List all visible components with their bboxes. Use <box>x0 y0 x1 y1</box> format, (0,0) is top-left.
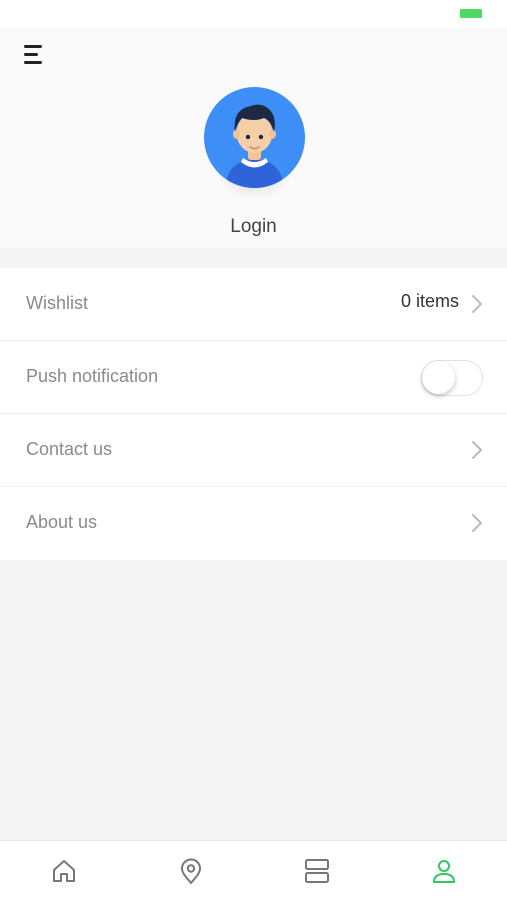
home-icon <box>53 860 75 882</box>
menu-list: Wishlist 0 items Push notification Conta… <box>0 268 507 560</box>
user-avatar-icon <box>204 87 305 188</box>
list-item-contact-us[interactable]: Contact us <box>0 414 507 487</box>
list-item-wishlist[interactable]: Wishlist 0 items <box>0 268 507 341</box>
status-bar <box>0 0 507 28</box>
avatar[interactable] <box>204 87 305 199</box>
hamburger-menu-icon[interactable] <box>18 40 52 70</box>
push-notification-toggle[interactable] <box>421 360 483 396</box>
toggle-knob <box>422 361 455 394</box>
wishlist-label: Wishlist <box>26 293 88 313</box>
list-item-about-us[interactable]: About us <box>0 487 507 560</box>
battery-icon <box>460 9 482 18</box>
chevron-right-icon <box>472 441 482 459</box>
push-notification-label: Push notification <box>26 366 159 386</box>
list-layout-icon <box>305 859 329 883</box>
tab-profile[interactable] <box>429 856 459 886</box>
login-link[interactable]: Login <box>0 216 507 238</box>
profile-screen: Login Wishlist 0 items Push notification… <box>0 0 507 900</box>
chevron-right-icon <box>472 514 482 532</box>
profile-header: Login <box>0 28 507 248</box>
bottom-tab-bar <box>0 840 507 900</box>
tab-location[interactable] <box>176 856 206 886</box>
contact-us-label: Contact us <box>26 439 113 459</box>
profile-icon <box>433 860 455 883</box>
about-us-label: About us <box>26 512 98 532</box>
list-item-push-notification: Push notification <box>0 341 507 414</box>
tab-home[interactable] <box>49 856 79 886</box>
location-pin-icon <box>181 858 201 884</box>
tab-list[interactable] <box>302 856 332 886</box>
wishlist-count: 0 items <box>400 291 459 311</box>
chevron-right-icon <box>472 295 482 313</box>
